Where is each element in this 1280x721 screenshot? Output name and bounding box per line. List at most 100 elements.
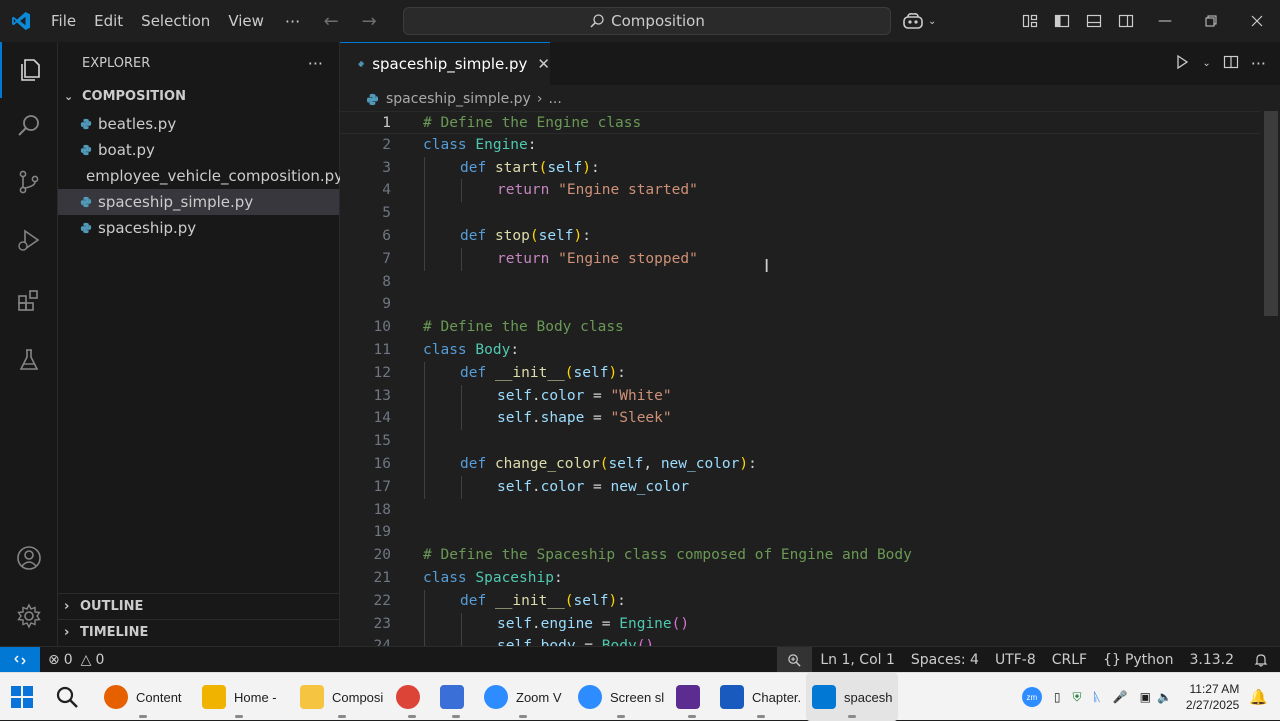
taskbar-app[interactable]: spacesh [806,673,899,721]
code-line[interactable]: 9 [340,293,1260,316]
more-actions-icon[interactable]: ··· [308,54,323,73]
clock[interactable]: 11:27 AM 2/27/2025 [1176,681,1249,713]
code-line[interactable]: 10 # Define the Body class [340,316,1260,339]
search-view-icon[interactable] [0,98,58,154]
code-token: start [494,159,539,176]
code-line[interactable]: 1 # Define the Engine class [340,111,1260,134]
end-of-line[interactable]: CRLF [1044,652,1095,668]
taskbar-app[interactable]: Content [98,673,188,721]
copilot-button[interactable]: ⌄ [902,0,936,42]
indentation[interactable]: Spaces: 4 [903,652,987,668]
testing-flask-icon[interactable] [0,332,58,388]
customize-layout-icon[interactable] [1014,0,1046,42]
toggle-secondary-sidebar-icon[interactable] [1110,0,1142,42]
code-line[interactable]: 8 [340,271,1260,294]
file-item[interactable]: spaceship_simple.py [58,189,339,215]
zoom-tray-icon[interactable]: zm [1021,687,1042,707]
code-line[interactable]: 18 [340,499,1260,522]
taskbar-app[interactable]: Screen sl [572,673,670,721]
notification-center-icon[interactable]: 🔔 [1249,688,1268,706]
timeline-section[interactable]: › TIMELINE [58,619,340,645]
vertical-scrollbar[interactable] [1264,111,1280,646]
code-line[interactable]: 22 def __init__(self): [340,589,1260,613]
language-mode[interactable]: {} Python [1095,652,1181,668]
usb-icon[interactable]: ▯ [1054,690,1061,704]
encoding[interactable]: UTF-8 [987,652,1044,668]
file-item[interactable]: employee_vehicle_composition.py [58,163,343,189]
command-center-search[interactable]: Composition [403,7,891,35]
split-editor-icon[interactable] [1223,54,1239,74]
bluetooth-icon[interactable]: ᚣ [1093,690,1100,704]
cursor-position[interactable]: Ln 1, Col 1 [812,652,903,668]
remote-indicator-icon[interactable] [0,646,40,673]
code-line[interactable]: 3 def start(self): [340,156,1260,180]
zoom-icon[interactable] [777,647,813,673]
problems-indicator[interactable]: ⊗ 0 △ 0 [40,652,112,668]
code-line[interactable]: 15 [340,430,1260,453]
code-line[interactable]: 16 def change_color(self, new_color): [340,452,1260,476]
more-menu-icon[interactable]: ··· [273,12,312,31]
close-window-icon[interactable] [1234,0,1280,42]
code-line[interactable]: 4 return "Engine started" [340,179,1260,203]
breadcrumb-more[interactable]: ... [548,91,561,107]
minimize-icon[interactable]: — [1142,0,1188,42]
menu-selection[interactable]: Selection [132,0,219,42]
taskbar-app[interactable]: Chapter. [714,673,807,721]
code-line[interactable]: 20 # Define the Spaceship class composed … [340,544,1260,567]
start-button[interactable] [10,673,34,721]
notifications-bell-icon[interactable] [1242,653,1280,667]
taskbar-app[interactable]: Home - [196,673,283,721]
file-item[interactable]: beatles.py [58,111,339,137]
menu-view[interactable]: View [219,0,273,42]
taskbar-app[interactable]: Composi [294,673,389,721]
manage-gear-icon[interactable] [0,588,58,644]
file-item[interactable]: spaceship.py [58,215,339,241]
code-line[interactable]: 5 [340,202,1260,225]
code-line[interactable]: 19 [340,521,1260,544]
volume-icon[interactable]: 🔈 [1157,690,1172,704]
toggle-primary-sidebar-icon[interactable] [1046,0,1078,42]
code-line[interactable]: 12 def __init__(self): [340,361,1260,385]
chevron-down-icon[interactable]: ⌄ [1202,58,1210,69]
explorer-icon[interactable] [0,42,58,98]
code-line[interactable]: 6 def stop(self): [340,224,1260,248]
network-icon[interactable]: ▣ [1140,690,1151,704]
code-line[interactable]: 17 self.color = new_color [340,475,1260,499]
outline-section[interactable]: › OUTLINE [58,593,340,619]
file-item[interactable]: boat.py [58,137,339,163]
code-line[interactable]: 13 self.color = "White" [340,384,1260,408]
taskbar-app[interactable] [670,673,714,721]
menu-edit[interactable]: Edit [85,0,132,42]
menu-file[interactable]: File [42,0,85,42]
code-line[interactable]: 7 return "Engine stopped" [340,247,1260,271]
extensions-icon[interactable] [0,272,58,328]
code-editor[interactable]: 1 # Define the Engine class 2 class Engine:… [340,111,1260,659]
close-tab-icon[interactable]: ✕ [537,55,550,73]
back-arrow-icon[interactable]: ← [312,11,350,32]
run-debug-icon[interactable] [0,212,58,268]
restore-icon[interactable] [1188,0,1234,42]
defender-icon[interactable]: ⛨ [1072,690,1081,705]
more-actions-icon[interactable]: ··· [1251,54,1266,73]
forward-arrow-icon[interactable]: → [350,11,388,32]
tab-spaceship-simple[interactable]: spaceship_simple.py ✕ [340,42,550,85]
code-line[interactable]: 2 class Engine: [340,134,1260,157]
account-icon[interactable] [0,530,58,586]
taskbar-app[interactable] [434,673,478,721]
breadcrumb-file[interactable]: spaceship_simple.py [386,91,531,107]
code-line[interactable]: 23 self.engine = Engine() [340,612,1260,636]
taskbar-search[interactable] [55,673,79,721]
code-line[interactable]: 21 class Spaceship: [340,567,1260,590]
scrollbar-thumb[interactable] [1264,111,1278,316]
source-control-icon[interactable] [0,154,58,210]
line-number: 15 [373,433,391,450]
code-line[interactable]: 14 self.shape = "Sleek" [340,407,1260,431]
microphone-icon[interactable]: 🎤 [1113,690,1128,704]
python-version[interactable]: 3.13.2 [1181,652,1242,668]
taskbar-app[interactable]: Zoom V [478,673,568,721]
run-python-icon[interactable] [1174,54,1190,74]
taskbar-app[interactable] [390,673,434,721]
toggle-panel-icon[interactable] [1078,0,1110,42]
folder-composition[interactable]: ⌄ COMPOSITION [58,84,339,108]
code-line[interactable]: 11 class Body: [340,339,1260,362]
